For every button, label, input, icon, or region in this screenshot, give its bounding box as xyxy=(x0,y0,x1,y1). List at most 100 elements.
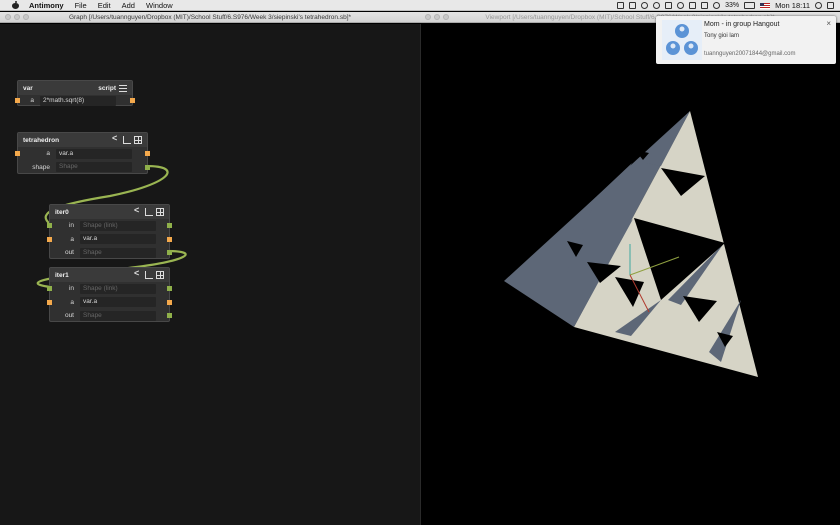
node-header[interactable]: tetrahedron xyxy=(18,133,147,147)
menu-edit[interactable]: Edit xyxy=(98,1,111,10)
window-controls xyxy=(425,14,449,20)
output-port[interactable] xyxy=(167,223,172,228)
axes-icon[interactable] xyxy=(145,208,153,216)
node-title: tetrahedron xyxy=(23,136,60,144)
minimize-window-button[interactable] xyxy=(14,14,20,20)
input-port[interactable] xyxy=(47,236,52,242)
close-window-button[interactable] xyxy=(425,14,431,20)
close-window-button[interactable] xyxy=(5,14,11,20)
node-iter0[interactable]: iter0 in Shape (link) a var.a out Shape xyxy=(47,204,172,260)
input-port[interactable] xyxy=(47,286,52,291)
node-iter1[interactable]: iter1 in Shape (link) a var.a out Shape xyxy=(47,267,172,323)
output-port[interactable] xyxy=(167,236,172,242)
datum-row: shape Shape xyxy=(18,161,150,175)
menu-icon[interactable] xyxy=(119,84,127,92)
tray-sync-icon[interactable] xyxy=(665,2,673,9)
datum-field[interactable]: var.a xyxy=(56,148,132,159)
wifi-icon[interactable] xyxy=(713,2,721,9)
battery-percent: 33% xyxy=(725,2,740,9)
notification-email: tuannguyen20071844@gmail.com xyxy=(704,51,796,57)
tray-clock-icon[interactable] xyxy=(677,2,685,9)
datum-label: in xyxy=(68,285,74,293)
zoom-window-button[interactable] xyxy=(443,14,449,20)
menu-app-name[interactable]: Antimony xyxy=(29,1,64,10)
datum-field[interactable]: Shape (link) xyxy=(80,220,156,231)
datum-field[interactable]: var.a xyxy=(80,234,156,245)
datum-row: a var.a xyxy=(47,233,172,247)
datum-field[interactable]: Shape xyxy=(80,310,156,321)
datum-field[interactable]: 2*math.sqrt(8) xyxy=(40,95,116,106)
tray-screen-icon[interactable] xyxy=(629,2,637,9)
datum-label: a xyxy=(46,150,50,158)
notification-message: Tony gioi lam xyxy=(704,33,740,39)
zoom-window-button[interactable] xyxy=(23,14,29,20)
input-port[interactable] xyxy=(47,223,52,228)
grid-icon[interactable] xyxy=(156,271,164,279)
menu-add[interactable]: Add xyxy=(122,1,135,10)
hangout-notification[interactable]: Mom - in group Hangout Tony gioi lam tua… xyxy=(656,16,836,64)
clock[interactable]: Mon 18:11 xyxy=(775,1,810,10)
datum-field[interactable]: Shape (link) xyxy=(80,283,156,294)
output-port[interactable] xyxy=(145,164,150,170)
node-tetrahedron[interactable]: tetrahedron a var.a shape Shape xyxy=(15,132,150,175)
tray-airplay-icon[interactable] xyxy=(701,2,709,9)
close-icon[interactable]: × xyxy=(826,19,831,28)
axes-icon[interactable] xyxy=(123,136,131,144)
minimize-window-button[interactable] xyxy=(434,14,440,20)
datum-row: out Shape xyxy=(50,246,172,260)
apple-icon[interactable] xyxy=(11,1,21,9)
datum-field[interactable]: Shape xyxy=(56,162,132,173)
output-port[interactable] xyxy=(167,250,172,255)
graph-canvas[interactable]: var script a 2*math.sqrt(8) tetrahedron … xyxy=(0,24,420,525)
datum-field[interactable]: var.a xyxy=(80,297,156,308)
datum-row: a 2*math.sqrt(8) xyxy=(15,95,135,106)
share-icon[interactable] xyxy=(134,205,142,216)
datum-label: a xyxy=(70,298,74,306)
sierpinski-tetrahedron-render[interactable] xyxy=(421,24,840,525)
graph-window-titlebar[interactable]: Graph [/Users/tuannguyen/Dropbox (MIT)/S… xyxy=(0,12,420,23)
node-header[interactable]: iter0 xyxy=(50,205,169,219)
axes-icon[interactable] xyxy=(145,271,153,279)
battery-icon[interactable] xyxy=(744,2,756,9)
node-header[interactable]: iter1 xyxy=(50,268,169,282)
menu-bar: Antimony File Edit Add Window 33% Mon 18… xyxy=(0,0,840,11)
datum-row: out Shape xyxy=(50,309,172,323)
status-tray: 33% Mon 18:11 xyxy=(617,0,834,11)
output-port[interactable] xyxy=(167,286,172,291)
node-title: iter0 xyxy=(55,208,69,216)
datum-label: out xyxy=(64,249,74,257)
notification-center-icon[interactable] xyxy=(827,2,834,9)
tray-bluetooth-icon[interactable] xyxy=(689,2,697,9)
tray-dropbox-icon[interactable] xyxy=(641,2,649,9)
node-title: iter1 xyxy=(55,271,69,279)
datum-label: a xyxy=(70,235,74,243)
datum-label: a xyxy=(30,97,34,104)
input-port[interactable] xyxy=(47,299,52,305)
grid-icon[interactable] xyxy=(134,136,142,144)
input-port[interactable] xyxy=(15,98,20,103)
datum-row: a var.a xyxy=(47,296,172,310)
datum-label: out xyxy=(64,312,74,320)
menu-file[interactable]: File xyxy=(75,1,87,10)
datum-row: in Shape (link) xyxy=(47,219,172,233)
output-port[interactable] xyxy=(145,151,150,156)
graph-window-title: Graph [/Users/tuannguyen/Dropbox (MIT)/S… xyxy=(68,14,352,21)
input-source-flag-icon[interactable] xyxy=(760,2,771,9)
output-port[interactable] xyxy=(167,313,172,318)
tray-app-icon[interactable] xyxy=(617,2,625,9)
share-icon[interactable] xyxy=(112,133,120,144)
menu-window[interactable]: Window xyxy=(146,1,173,10)
node-header[interactable]: var script xyxy=(18,81,132,95)
datum-field[interactable]: Shape xyxy=(80,247,156,258)
output-port[interactable] xyxy=(167,299,172,305)
viewport-canvas[interactable] xyxy=(420,24,840,525)
input-port[interactable] xyxy=(15,151,20,156)
tray-check-icon[interactable] xyxy=(653,2,661,9)
share-icon[interactable] xyxy=(134,268,142,279)
datum-label: shape xyxy=(32,163,50,171)
window-controls xyxy=(5,14,29,20)
grid-icon[interactable] xyxy=(156,208,164,216)
output-port[interactable] xyxy=(130,98,135,103)
spotlight-icon[interactable] xyxy=(815,2,822,9)
node-var[interactable]: var script a 2*math.sqrt(8) xyxy=(15,80,135,106)
